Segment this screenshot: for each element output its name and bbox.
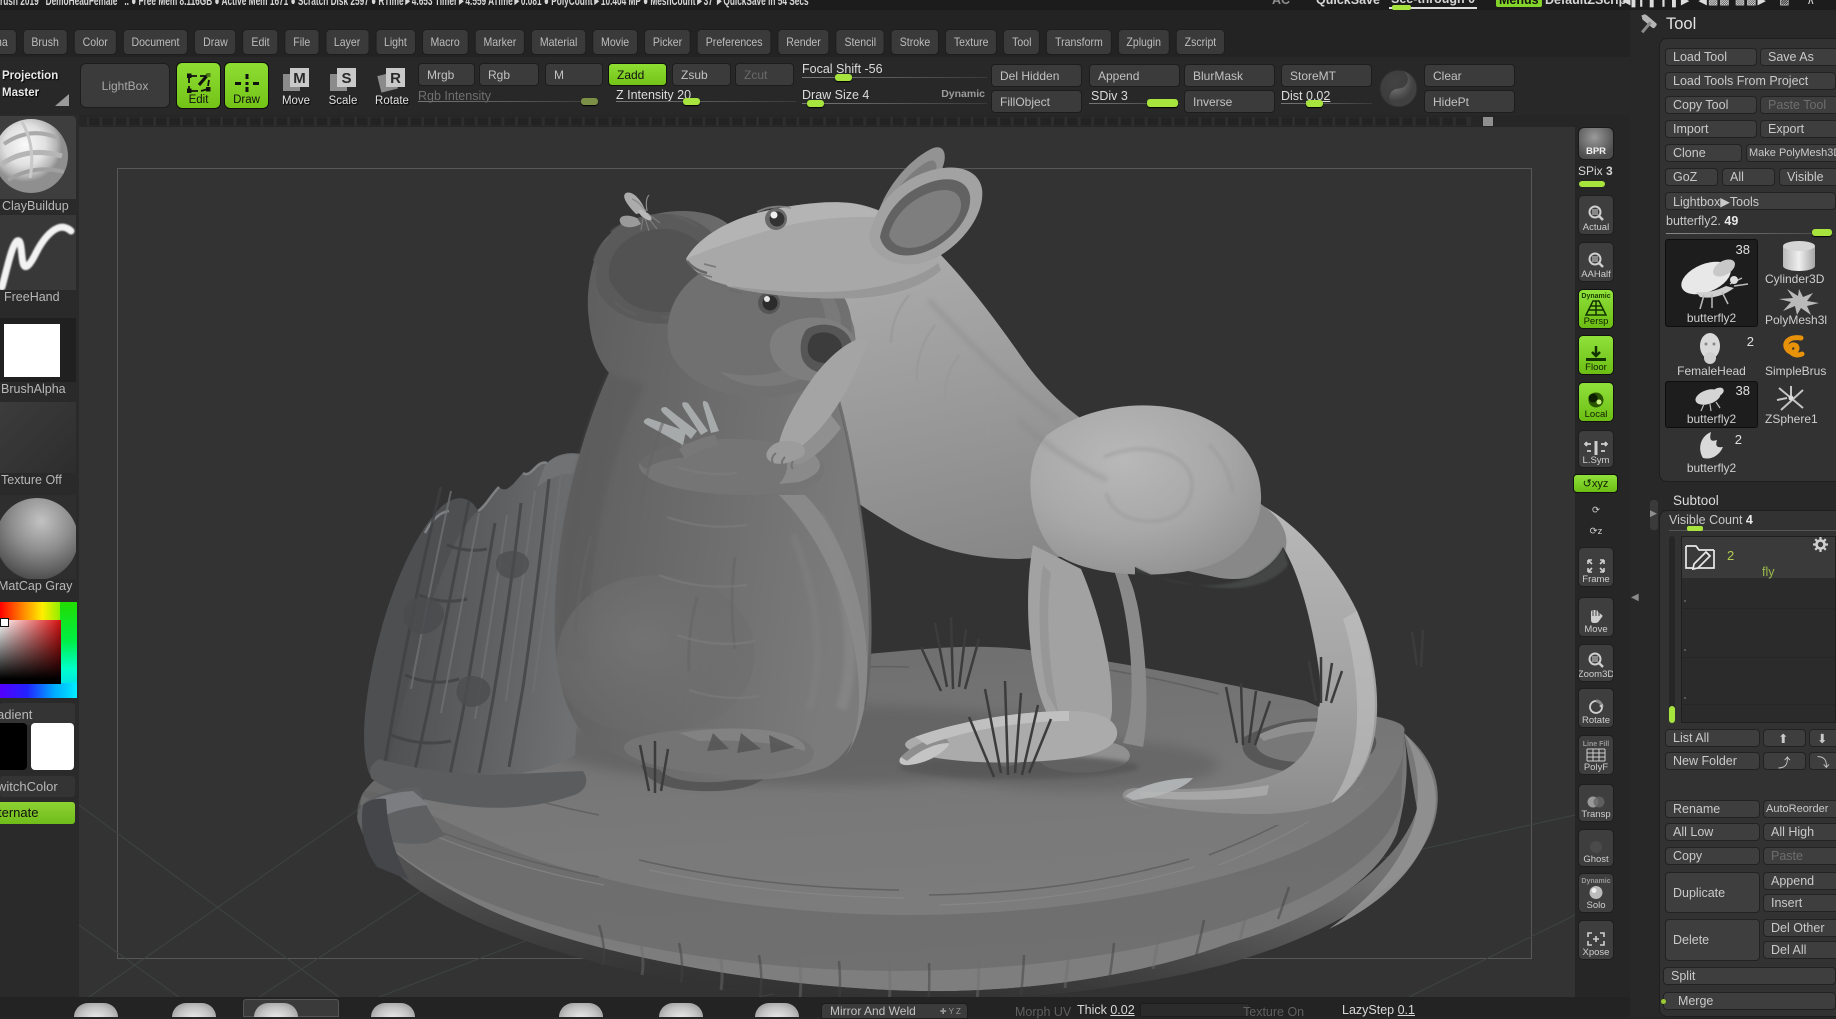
svg-text:R: R [390, 70, 401, 87]
svg-text:38: 38 [1736, 383, 1750, 398]
svg-text:M: M [293, 70, 306, 87]
svg-text:S: S [341, 70, 351, 87]
svg-text:38: 38 [1736, 242, 1750, 257]
